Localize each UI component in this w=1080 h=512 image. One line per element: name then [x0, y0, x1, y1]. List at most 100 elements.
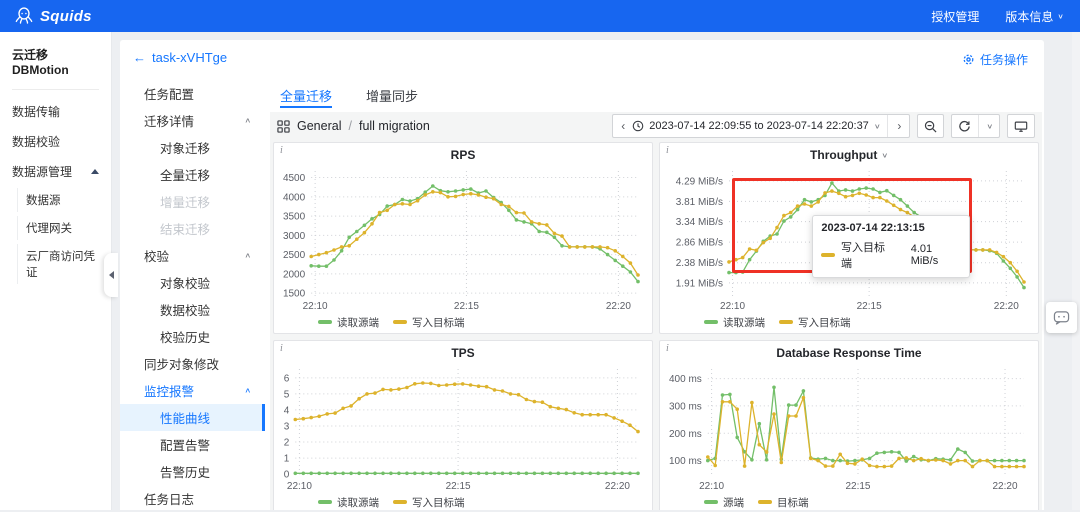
svg-text:3: 3 [284, 421, 290, 432]
subnav-item[interactable]: 监控报警 ∧ [120, 377, 265, 404]
sidebar-item[interactable]: 数据源 [0, 180, 111, 212]
svg-text:4000: 4000 [283, 192, 306, 203]
subnav-item[interactable]: 全量迁移 [120, 161, 265, 188]
svg-text:22:10: 22:10 [303, 301, 328, 312]
time-prev-icon[interactable]: ‹ [619, 119, 627, 133]
svg-text:22:20: 22:20 [605, 481, 630, 492]
panel-info-icon[interactable]: i [280, 145, 283, 156]
legend-item[interactable]: 写入目标端 [393, 495, 465, 510]
octopus-logo-icon [14, 6, 34, 26]
sidebar-collapse-handle[interactable] [104, 253, 118, 297]
chevron-down-icon[interactable]: ∨ [986, 122, 993, 130]
subnav-item[interactable]: 对象校验 [120, 269, 265, 296]
svg-text:22:10: 22:10 [699, 481, 724, 492]
chart-area[interactable]: 2023-07-14 22:13:15 写入目标端 4.01 MiB/s 1.91 M… [666, 165, 1032, 313]
subnav-item[interactable]: 校验 ∧ [120, 242, 265, 269]
panel-title-text: TPS [451, 346, 475, 360]
breadcrumb-section[interactable]: General [297, 119, 341, 133]
back-to-task-link[interactable]: ← task-xVHTge [133, 50, 227, 65]
version-info-link[interactable]: 版本信息 ∨ [1005, 8, 1064, 25]
license-management-link[interactable]: 授权管理 [931, 8, 979, 25]
panel-title[interactable]: Throughput ∨ [810, 148, 888, 162]
legend-item[interactable]: 写入目标端 [779, 315, 851, 330]
svg-text:3000: 3000 [283, 231, 306, 242]
magnifier-minus-icon [924, 120, 937, 133]
svg-text:22:15: 22:15 [857, 301, 882, 312]
legend-item[interactable]: 写入目标端 [393, 315, 465, 330]
legend-item[interactable]: 读取源端 [318, 315, 379, 330]
logo[interactable]: Squids [14, 6, 92, 26]
panel-title-text: RPS [450, 148, 476, 162]
sidebar-item[interactable]: 代理网关 [0, 208, 111, 240]
panel-title[interactable]: TPS [451, 346, 474, 360]
svg-text:5: 5 [284, 389, 290, 400]
subnav-item[interactable]: 结束迁移 [120, 215, 265, 242]
panel-info-icon[interactable]: i [666, 145, 669, 156]
subnav-item[interactable]: 同步对象修改 [120, 350, 265, 377]
sidebar-title: 云迁移 DBMotion [12, 48, 69, 77]
legend-item[interactable]: 读取源端 [704, 315, 765, 330]
legend-item[interactable]: 读取源端 [318, 495, 379, 510]
time-range-picker[interactable]: ‹ 2023-07-14 22:09:55 to 2023-07-14 22:2… [612, 114, 911, 138]
monitor-icon [1014, 120, 1028, 133]
svg-text:1500: 1500 [283, 289, 306, 300]
panel-legend: 读取源端 写入目标端 [666, 313, 1032, 331]
tab-incremental-sync[interactable]: 增量同步 [366, 80, 418, 110]
sidebar-item[interactable]: 数据源管理 [0, 150, 111, 180]
subnav-item[interactable]: 增量迁移 [120, 188, 265, 215]
panels-grid: i RPS 1500 2000 2500 3000 3500 4000 4500 22:10 22:… [270, 140, 1042, 510]
subnav-item[interactable]: 配置告警 [120, 431, 265, 458]
subnav-item-label: 全量迁移 [160, 169, 211, 183]
legend-label: 读取源端 [723, 316, 765, 329]
dashboard-toolbar: ‹ 2023-07-14 22:09:55 to 2023-07-14 22:2… [612, 114, 1035, 138]
zoom-out-button[interactable] [917, 114, 945, 138]
sidebar-item-label: 云厂商访问凭证 [26, 251, 95, 279]
time-next-icon[interactable]: › [895, 119, 903, 133]
legend-item[interactable]: 源端 [704, 495, 744, 510]
svg-text:400 ms: 400 ms [669, 374, 702, 385]
sidebar-item[interactable]: 数据校验 [0, 120, 111, 150]
refresh-icon [958, 120, 971, 133]
svg-text:22:15: 22:15 [845, 481, 870, 492]
panel-legend: 源端 目标端 [666, 493, 1032, 510]
panel-database-response-time: i Database Response Time 100 ms 200 ms 300 m… [659, 340, 1039, 510]
subnav-item-label: 对象校验 [160, 277, 211, 291]
chart-area[interactable]: 100 ms 200 ms 300 ms 400 ms 22:10 22:15 22:20 [666, 363, 1032, 493]
subnav-item-label: 任务日志 [144, 493, 195, 507]
scrollbar-track[interactable] [1072, 32, 1080, 510]
subnav-item[interactable]: 对象迁移 [120, 134, 265, 161]
sidebar-item-label: 数据传输 [12, 105, 61, 119]
panel-title[interactable]: RPS [451, 148, 476, 162]
svg-text:2000: 2000 [283, 269, 306, 280]
panel-title[interactable]: Database Response Time [776, 346, 921, 360]
chart-area[interactable]: 0 1 2 3 4 5 6 22:10 22:15 22:20 [280, 363, 646, 493]
sidebar-item-label: 代理网关 [26, 223, 72, 235]
chart-area[interactable]: 1500 2000 2500 3000 3500 4000 4500 22:10 22:15 22… [280, 165, 646, 313]
task-subnav: 任务配置 迁移详情 ∧ 对象迁移全量迁移增量迁移结束迁移校验 ∧ 对象校验数据校验 校验历史… [120, 80, 265, 510]
subnav-item[interactable]: 性能曲线 [120, 404, 265, 431]
subnav-item-label: 结束迁移 [160, 223, 211, 237]
breadcrumb-page: full migration [358, 119, 430, 133]
panel-throughput: i Throughput ∨ 2023-07-14 22:13:15 写入目标端 4.01… [659, 142, 1039, 334]
sidebar-menu: 数据传输 数据校验 数据源管理 数据源代理网关云厂商访问凭证 [0, 90, 111, 284]
chart-tooltip: 2023-07-14 22:13:15 写入目标端 4.01 MiB/s [812, 215, 971, 279]
sidebar-item[interactable]: 数据传输 [0, 90, 111, 120]
legend-item[interactable]: 目标端 [758, 495, 809, 510]
chat-support-button[interactable] [1046, 302, 1077, 333]
legend-label: 读取源端 [337, 316, 379, 329]
sidebar-item[interactable]: 云厂商访问凭证 [0, 236, 111, 284]
panel-info-icon[interactable]: i [280, 343, 283, 354]
tab-full-migration[interactable]: 全量迁移 [280, 80, 333, 110]
series-color-dash [779, 320, 793, 324]
panel-legend: 读取源端 写入目标端 [280, 313, 646, 331]
refresh-button[interactable]: ∨ [951, 114, 1000, 138]
panel-info-icon[interactable]: i [666, 343, 669, 354]
subnav-item[interactable]: 任务配置 [120, 80, 265, 107]
subnav-item[interactable]: 告警历史 [120, 458, 265, 485]
subnav-item[interactable]: 任务日志 [120, 485, 265, 512]
subnav-item[interactable]: 迁移详情 ∧ [120, 107, 265, 134]
task-actions-button[interactable]: 任务操作 [962, 51, 1028, 68]
tv-mode-button[interactable] [1007, 114, 1035, 138]
subnav-item[interactable]: 数据校验 [120, 296, 265, 323]
subnav-item[interactable]: 校验历史 [120, 323, 265, 350]
